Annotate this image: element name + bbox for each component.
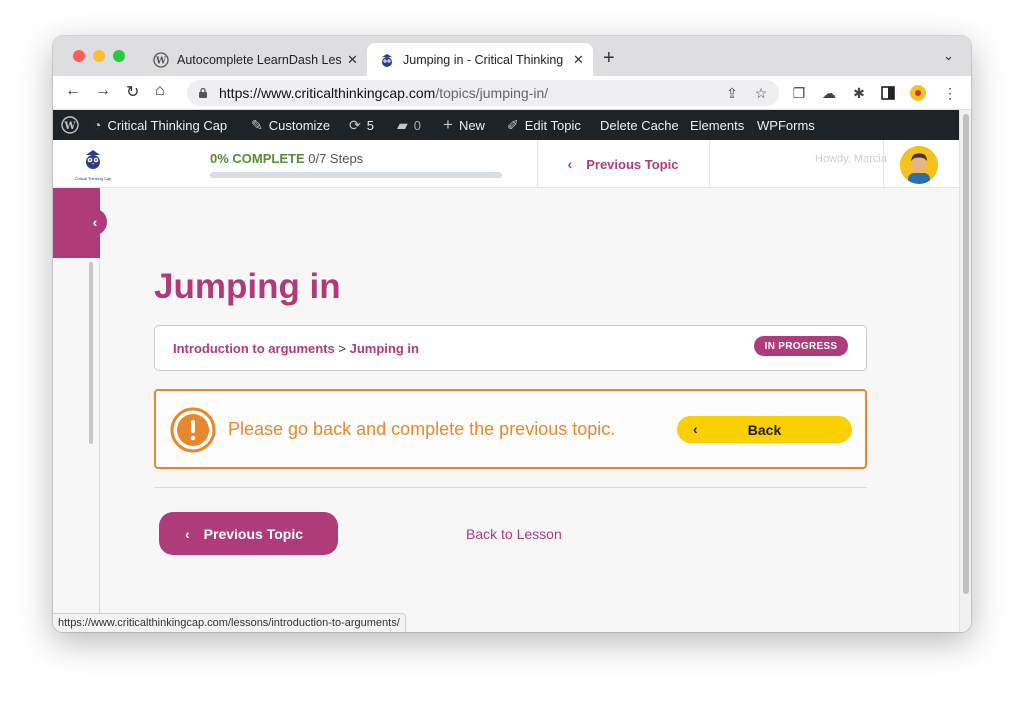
- previous-topic-label: Previous Topic: [203, 525, 303, 542]
- back-button[interactable]: ‹ Back: [677, 416, 852, 443]
- course-header: Critical Thinking Cap 0% COMPLETE 0/7 St…: [53, 140, 959, 188]
- header-divider: [883, 140, 884, 188]
- browser-toolbar: ← → ↻ ⌂ https://www.criticalthinkingcap.…: [53, 76, 971, 110]
- maximize-window-button[interactable]: [113, 50, 125, 62]
- tab-jumping-in[interactable]: Jumping in - Critical Thinking C ✕: [367, 43, 593, 76]
- sidebar-scrollbar[interactable]: [89, 262, 93, 444]
- share-icon[interactable]: ⇪: [723, 84, 741, 102]
- edit-topic-label: Edit Topic: [524, 117, 581, 133]
- breadcrumb-bar: Introduction to arguments > Jumping in I…: [154, 325, 867, 371]
- back-button-label: Back: [747, 422, 782, 438]
- plus-icon: +: [443, 115, 453, 134]
- tab-autocomplete[interactable]: W Autocomplete LearnDash Lesso ✕: [141, 43, 365, 76]
- bookmark-star-icon[interactable]: ☆: [752, 84, 770, 102]
- profile-icon[interactable]: [909, 84, 927, 102]
- breadcrumb-lesson-link[interactable]: Introduction to arguments: [173, 341, 335, 356]
- breadcrumb: Introduction to arguments > Jumping in: [173, 341, 419, 356]
- previous-topic-button[interactable]: ‹ Previous Topic: [159, 512, 338, 555]
- svg-text:W: W: [63, 121, 76, 132]
- delete-cache-link[interactable]: Delete Cache: [600, 110, 679, 140]
- howdy-greeting: Howdy, Marcia: [815, 153, 887, 165]
- edit-topic-link[interactable]: ✐ Edit Topic: [507, 110, 581, 140]
- page-scrollbar-thumb[interactable]: [963, 114, 969, 594]
- new-content-link[interactable]: + New: [443, 110, 485, 140]
- url-host: https://www.criticalthinkingcap.com: [219, 85, 436, 101]
- alert-box: Please go back and complete the previous…: [154, 389, 867, 469]
- close-tab-icon[interactable]: ✕: [573, 52, 584, 68]
- tab-search-chevron-icon[interactable]: ⌄: [943, 48, 954, 64]
- updates-count: 5: [366, 117, 374, 133]
- lock-icon: [199, 87, 207, 98]
- updates-icon: ⟳: [349, 116, 361, 133]
- extensions-puzzle-icon[interactable]: ✱: [850, 84, 868, 102]
- content-divider: [154, 487, 867, 488]
- wpforms-link[interactable]: WPForms: [757, 110, 815, 140]
- page-scrollbar[interactable]: [959, 110, 971, 632]
- close-window-button[interactable]: [73, 50, 85, 62]
- customize-link[interactable]: ✎ Customize: [251, 110, 330, 140]
- minimize-window-button[interactable]: [93, 50, 105, 62]
- address-bar[interactable]: https://www.criticalthinkingcap.com/topi…: [187, 80, 779, 106]
- progress-steps: 0/7 Steps: [308, 151, 364, 166]
- tab-strip: W Autocomplete LearnDash Lesso ✕ Jumping…: [53, 36, 971, 76]
- comments-link[interactable]: ▰ 0: [397, 110, 421, 140]
- close-tab-icon[interactable]: ✕: [347, 52, 358, 68]
- breadcrumb-current[interactable]: Jumping in: [350, 341, 419, 356]
- header-divider: [709, 140, 710, 188]
- alert-message: Please go back and complete the previous…: [228, 419, 616, 439]
- owl-logo-icon: [86, 150, 100, 169]
- home-icon[interactable]: ⌂: [155, 82, 165, 100]
- wordpress-icon: W: [153, 51, 169, 68]
- elements-link[interactable]: Elements: [690, 110, 744, 140]
- course-progress-label: 0% COMPLETE 0/7 Steps: [210, 151, 363, 166]
- comment-bubble-icon: ▰: [397, 116, 408, 133]
- side-panel-icon[interactable]: [879, 84, 897, 102]
- wp-logo-icon[interactable]: W: [61, 110, 79, 140]
- sidebar-toggle-chevron-icon[interactable]: ‹: [83, 209, 107, 235]
- site-name-label: Critical Thinking Cap: [107, 117, 228, 133]
- cloud-icon[interactable]: ☁: [820, 84, 838, 102]
- sidebar-border: [99, 258, 100, 632]
- wp-admin-bar: W ◔ Critical Thinking Cap ✎ Customize ⟳ 5 ▰…: [53, 110, 971, 140]
- reload-icon[interactable]: ↻: [126, 82, 139, 102]
- new-tab-button[interactable]: +: [603, 47, 615, 70]
- paintbrush-icon: ✎: [251, 116, 263, 133]
- forward-arrow-icon[interactable]: →: [95, 82, 111, 100]
- page-title: Jumping in: [154, 267, 341, 306]
- chevron-left-icon: ‹: [567, 156, 573, 172]
- owl-logo-icon: [382, 53, 392, 67]
- user-avatar[interactable]: [900, 146, 938, 184]
- back-arrow-icon[interactable]: ←: [65, 82, 81, 100]
- svg-text:W: W: [155, 56, 167, 66]
- comments-count: 0: [413, 117, 422, 133]
- breadcrumb-separator: >: [338, 341, 346, 356]
- customize-label: Customize: [268, 117, 331, 133]
- tab-title: Jumping in - Critical Thinking C: [403, 52, 567, 67]
- site-name-link[interactable]: ◔ Critical Thinking Cap: [93, 110, 227, 140]
- progress-bar: [210, 172, 502, 178]
- site-logo[interactable]: Critical Thinking Cap: [67, 148, 119, 181]
- pencil-icon: ✐: [507, 116, 519, 133]
- extension-copy-icon[interactable]: ❐: [790, 84, 808, 102]
- header-previous-topic-label: Previous Topic: [586, 156, 679, 172]
- status-badge: IN PROGRESS: [754, 336, 848, 356]
- logo-text: Critical Thinking Cap: [74, 176, 112, 181]
- alert-exclamation-icon: [170, 407, 216, 453]
- progress-percent: 0% COMPLETE: [210, 151, 305, 166]
- avatar-photo: [900, 146, 938, 184]
- status-bar-url: https://www.criticalthinkingcap.com/less…: [53, 613, 406, 632]
- browser-window: W Autocomplete LearnDash Lesso ✕ Jumping…: [53, 36, 971, 632]
- updates-link[interactable]: ⟳ 5: [349, 110, 374, 140]
- new-label: New: [458, 117, 485, 133]
- header-previous-topic-link[interactable]: ‹ Previous Topic: [537, 140, 709, 188]
- tab-title: Autocomplete LearnDash Lesso: [177, 52, 341, 67]
- browser-menu-icon[interactable]: ⋮: [941, 84, 959, 102]
- url-path: /topics/jumping-in/: [435, 85, 549, 101]
- back-to-lesson-link[interactable]: Back to Lesson: [466, 526, 562, 542]
- chevron-left-icon: ‹: [185, 525, 190, 542]
- dashboard-gauge-icon: ◔: [93, 117, 102, 133]
